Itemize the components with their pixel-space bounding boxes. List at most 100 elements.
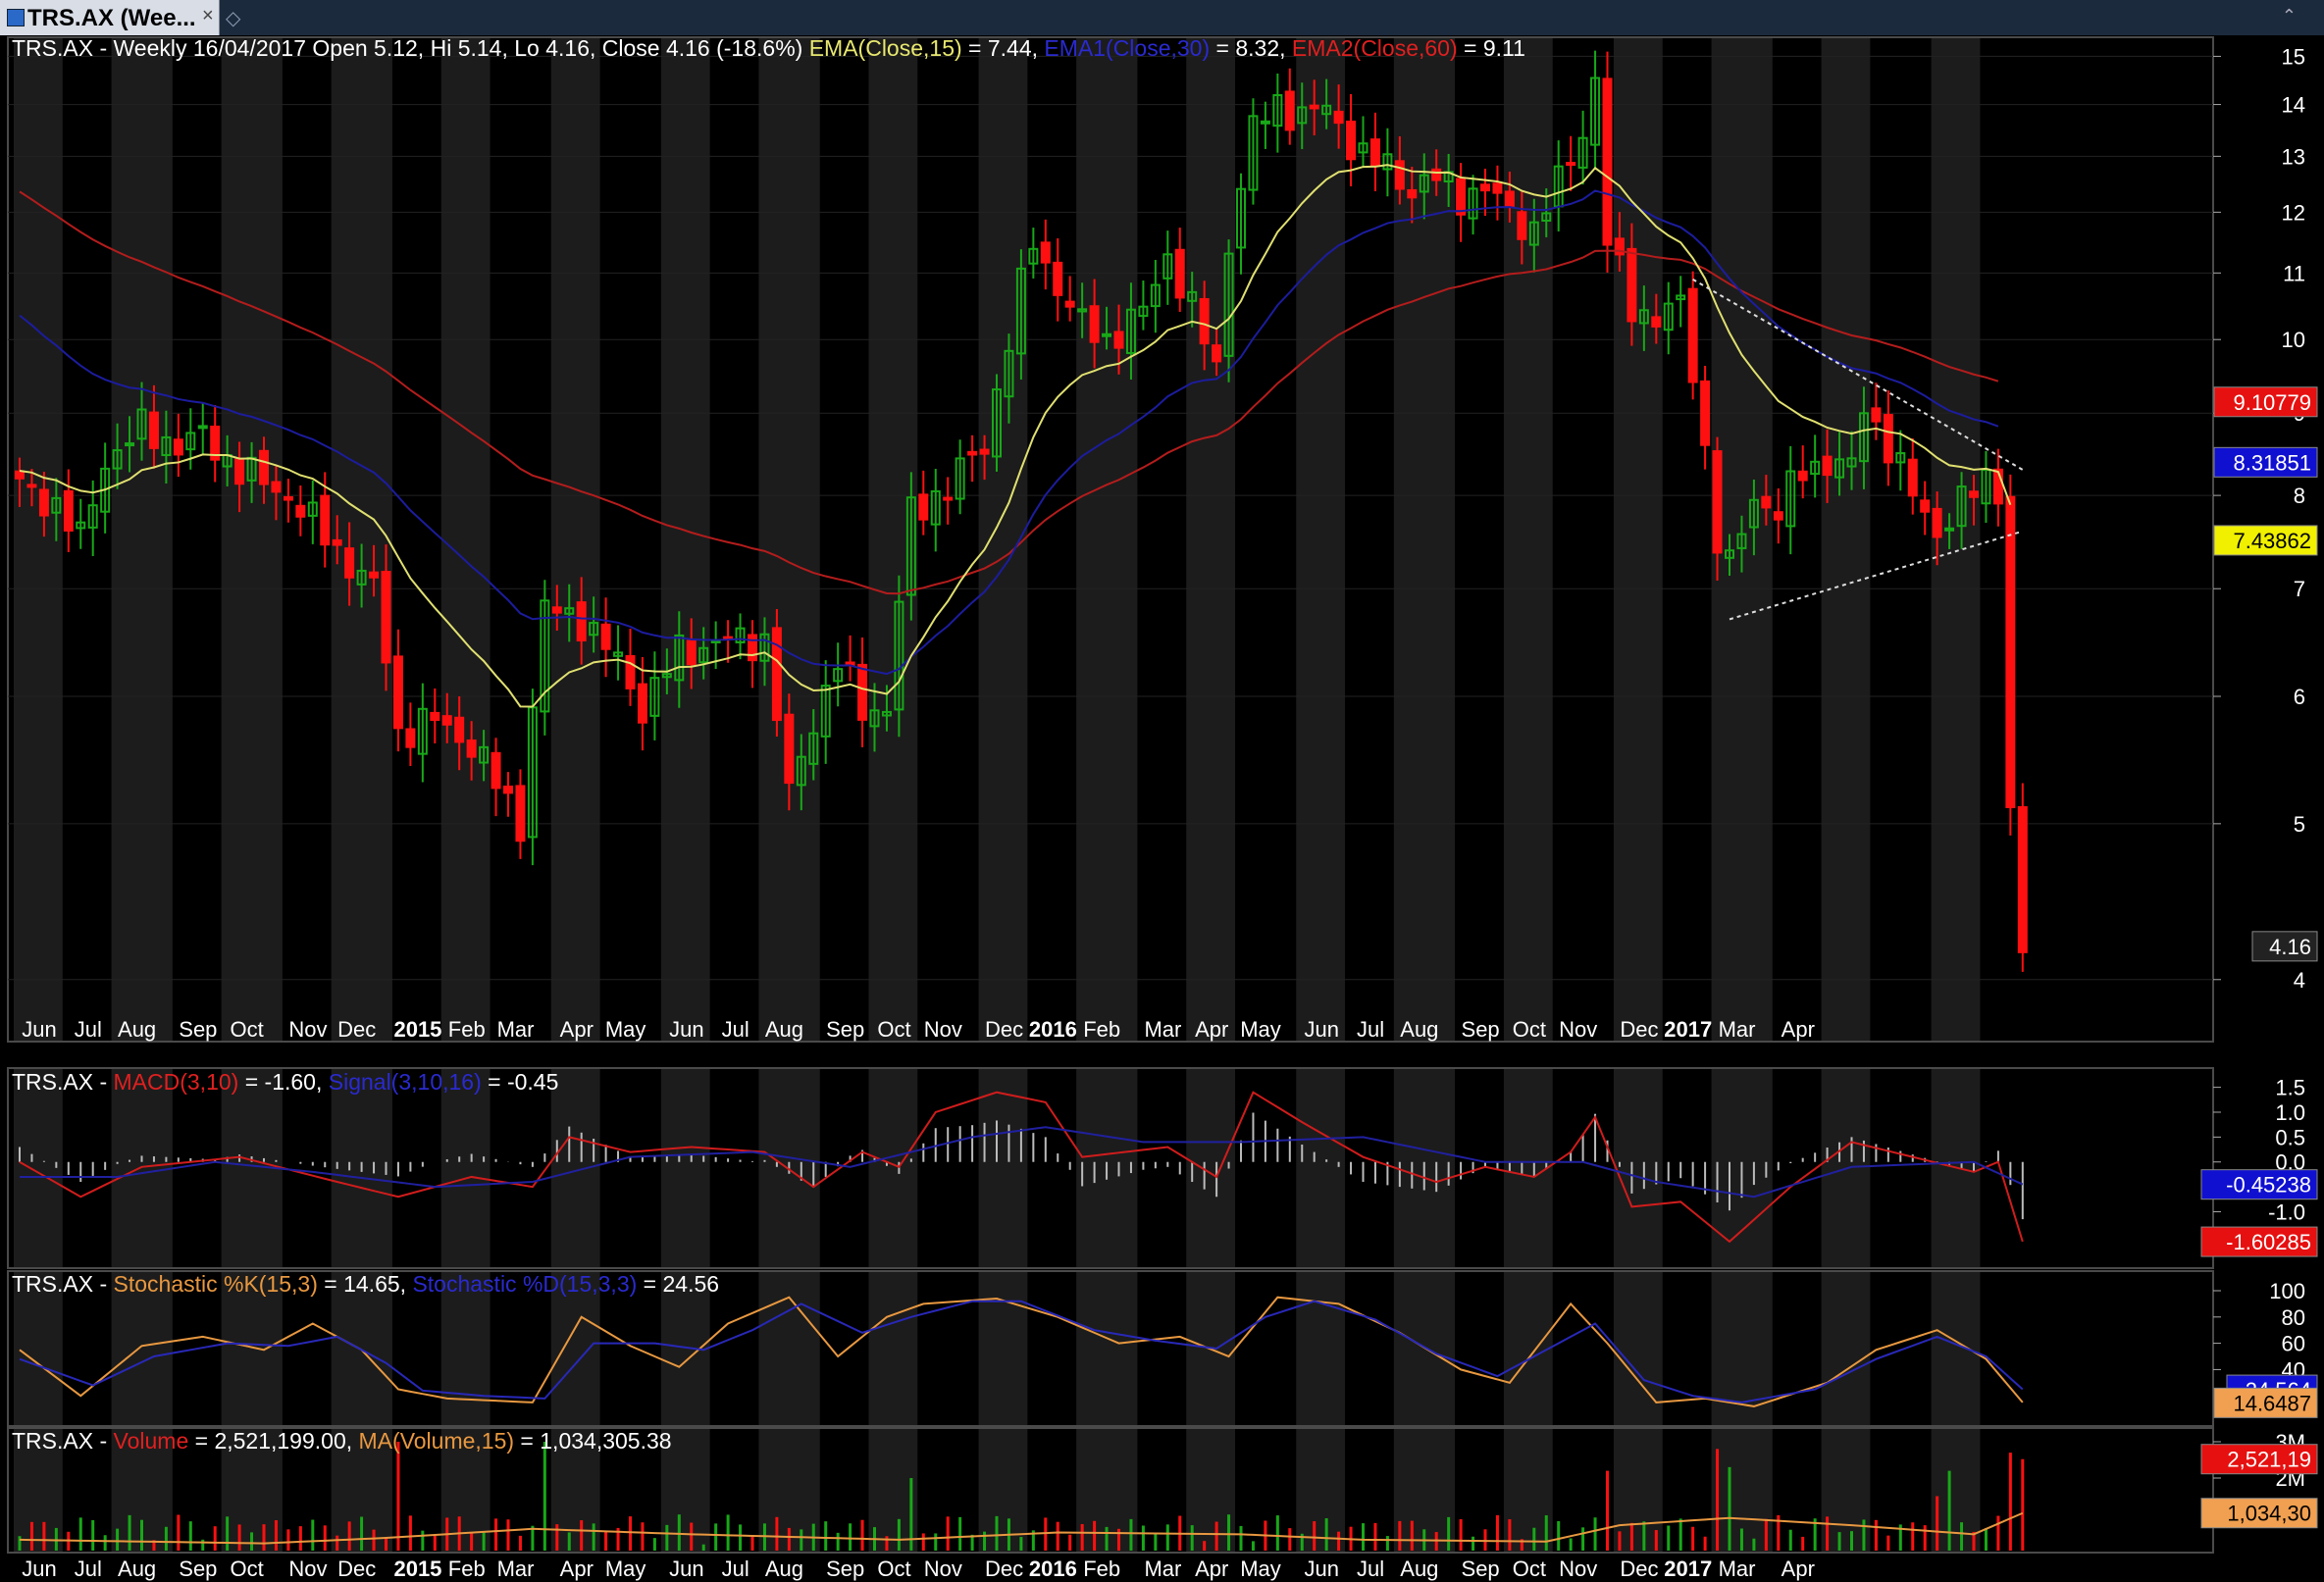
x-axis-label: Jul bbox=[75, 1017, 102, 1042]
x-axis-label: Jul bbox=[1357, 1017, 1384, 1042]
month-band bbox=[1186, 1068, 1235, 1268]
candle-body bbox=[466, 739, 477, 758]
chart-tab[interactable]: TRS.AX (Wee... × bbox=[0, 0, 220, 35]
candle-body bbox=[1053, 261, 1063, 296]
candle-body bbox=[1089, 305, 1100, 343]
candle-body bbox=[979, 448, 990, 455]
candle-body bbox=[1102, 332, 1112, 337]
candle-body bbox=[148, 411, 159, 449]
candle-body bbox=[271, 481, 282, 493]
candle-body bbox=[1284, 90, 1295, 131]
stoch-badge-k-label: 14.6487 bbox=[2233, 1391, 2311, 1415]
candle-body bbox=[1394, 160, 1405, 190]
x-axis-label: Apr bbox=[560, 1556, 594, 1581]
collapse-icon[interactable]: ⌃ bbox=[2282, 6, 2297, 26]
month-band bbox=[868, 1271, 918, 1426]
x-axis-label: Dec bbox=[337, 1556, 376, 1581]
candle-body bbox=[1212, 344, 1222, 363]
month-band bbox=[14, 1068, 63, 1268]
candle-body bbox=[491, 751, 501, 790]
candle-body bbox=[600, 623, 611, 650]
x-axis-label: Apr bbox=[1195, 1556, 1228, 1581]
x-axis-label: Nov bbox=[1559, 1017, 1597, 1042]
close-tab-icon[interactable]: × bbox=[202, 5, 214, 27]
x-axis-label: Sep bbox=[826, 1556, 864, 1581]
volume-legend-name: Volume bbox=[113, 1428, 189, 1454]
candle-body bbox=[1407, 188, 1418, 199]
x-axis-label: Aug bbox=[1400, 1556, 1438, 1581]
candle-body bbox=[1333, 110, 1344, 125]
x-axis-label: Aug bbox=[765, 1017, 803, 1042]
stoch-tick-label: 60 bbox=[2282, 1332, 2305, 1356]
volume-badge-ma-label: 1,034,30 bbox=[2227, 1502, 2311, 1526]
stoch-legend: TRS.AX - Stochastic %K(15,3) = 14.65, St… bbox=[12, 1271, 719, 1298]
candle-body bbox=[1932, 507, 1942, 538]
candle-body bbox=[1700, 380, 1711, 446]
x-axis-label: Mar bbox=[1144, 1556, 1181, 1581]
pin-icon[interactable]: ◇ bbox=[226, 6, 240, 30]
month-band bbox=[1613, 1068, 1663, 1268]
x-axis-label: Jun bbox=[22, 1556, 56, 1581]
stoch-d-legend-value: = 24.56 bbox=[637, 1271, 720, 1297]
candle-body bbox=[1627, 247, 1637, 323]
month-band bbox=[550, 1068, 600, 1268]
x-axis-label: Jun bbox=[669, 1017, 703, 1042]
x-axis-label: Jul bbox=[722, 1556, 749, 1581]
volume-legend-prefix: TRS.AX - bbox=[12, 1428, 114, 1454]
month-band bbox=[1296, 1068, 1346, 1268]
month-band bbox=[1296, 1271, 1346, 1426]
candle-body bbox=[1480, 183, 1490, 192]
price-tick-label: 4 bbox=[2294, 968, 2305, 993]
month-band bbox=[550, 37, 600, 1042]
price-legend-prefix: TRS.AX - Weekly 16/04/2017 Open 5.12, Hi… bbox=[12, 35, 809, 61]
candle-body bbox=[637, 683, 647, 724]
candle-body bbox=[943, 496, 954, 501]
month-band bbox=[978, 1068, 1028, 1268]
x-axis-label: Mar bbox=[1719, 1556, 1756, 1581]
x-axis-label: Feb bbox=[448, 1556, 486, 1581]
month-band bbox=[1931, 1271, 1981, 1426]
candle-body bbox=[283, 495, 293, 501]
candle-body bbox=[392, 655, 403, 730]
candle-body bbox=[857, 663, 868, 721]
candle-body bbox=[967, 450, 978, 456]
month-band bbox=[1503, 1271, 1553, 1426]
x-axis-label: May bbox=[605, 1017, 646, 1042]
ema1-legend-value: = 8.32, bbox=[1210, 35, 1292, 61]
x-axis-label: Jul bbox=[1357, 1556, 1384, 1581]
candle-body bbox=[125, 442, 135, 447]
x-axis-label: Aug bbox=[1400, 1017, 1438, 1042]
price-tick-label: 5 bbox=[2294, 812, 2305, 837]
candle-body bbox=[1773, 511, 1783, 521]
candle-body bbox=[686, 639, 697, 666]
month-band bbox=[440, 37, 491, 1042]
macd-tick-label: 1.0 bbox=[2275, 1100, 2305, 1125]
macd-legend-value: = -1.60, bbox=[238, 1069, 329, 1095]
price-tick-label: 15 bbox=[2282, 44, 2305, 69]
price-tick-label: 8 bbox=[2294, 484, 2305, 508]
candle-body bbox=[503, 785, 513, 794]
candle-body bbox=[381, 571, 391, 664]
x-axis-label: 2015 bbox=[393, 1556, 441, 1581]
candle-body bbox=[515, 785, 526, 842]
candle-body bbox=[197, 425, 208, 430]
candle-body bbox=[295, 504, 306, 518]
month-band bbox=[221, 37, 283, 1042]
x-axis-label: Oct bbox=[231, 1017, 264, 1042]
month-band bbox=[1821, 37, 1871, 1042]
x-axis-label: Jun bbox=[22, 1017, 56, 1042]
price-badge-close-label: 4.16 bbox=[2269, 935, 2311, 959]
x-axis-label: Jun bbox=[1305, 1017, 1339, 1042]
x-axis-label: May bbox=[605, 1556, 646, 1581]
candle-body bbox=[1651, 316, 1662, 328]
price-tick-label: 13 bbox=[2282, 144, 2305, 169]
x-axis-label: Apr bbox=[560, 1017, 594, 1042]
month-band bbox=[1296, 37, 1346, 1042]
macd-legend-name: MACD(3,10) bbox=[113, 1069, 239, 1095]
candle-body bbox=[576, 601, 587, 641]
chart-area[interactable]: 456789101112131415JunJulAugSepOctNovDec2… bbox=[0, 35, 2324, 1582]
volume-legend: TRS.AX - Volume = 2,521,199.00, MA(Volum… bbox=[12, 1428, 672, 1454]
x-axis-label: Aug bbox=[118, 1556, 156, 1581]
candle-body bbox=[1907, 458, 1918, 497]
candle-body bbox=[1504, 190, 1515, 208]
